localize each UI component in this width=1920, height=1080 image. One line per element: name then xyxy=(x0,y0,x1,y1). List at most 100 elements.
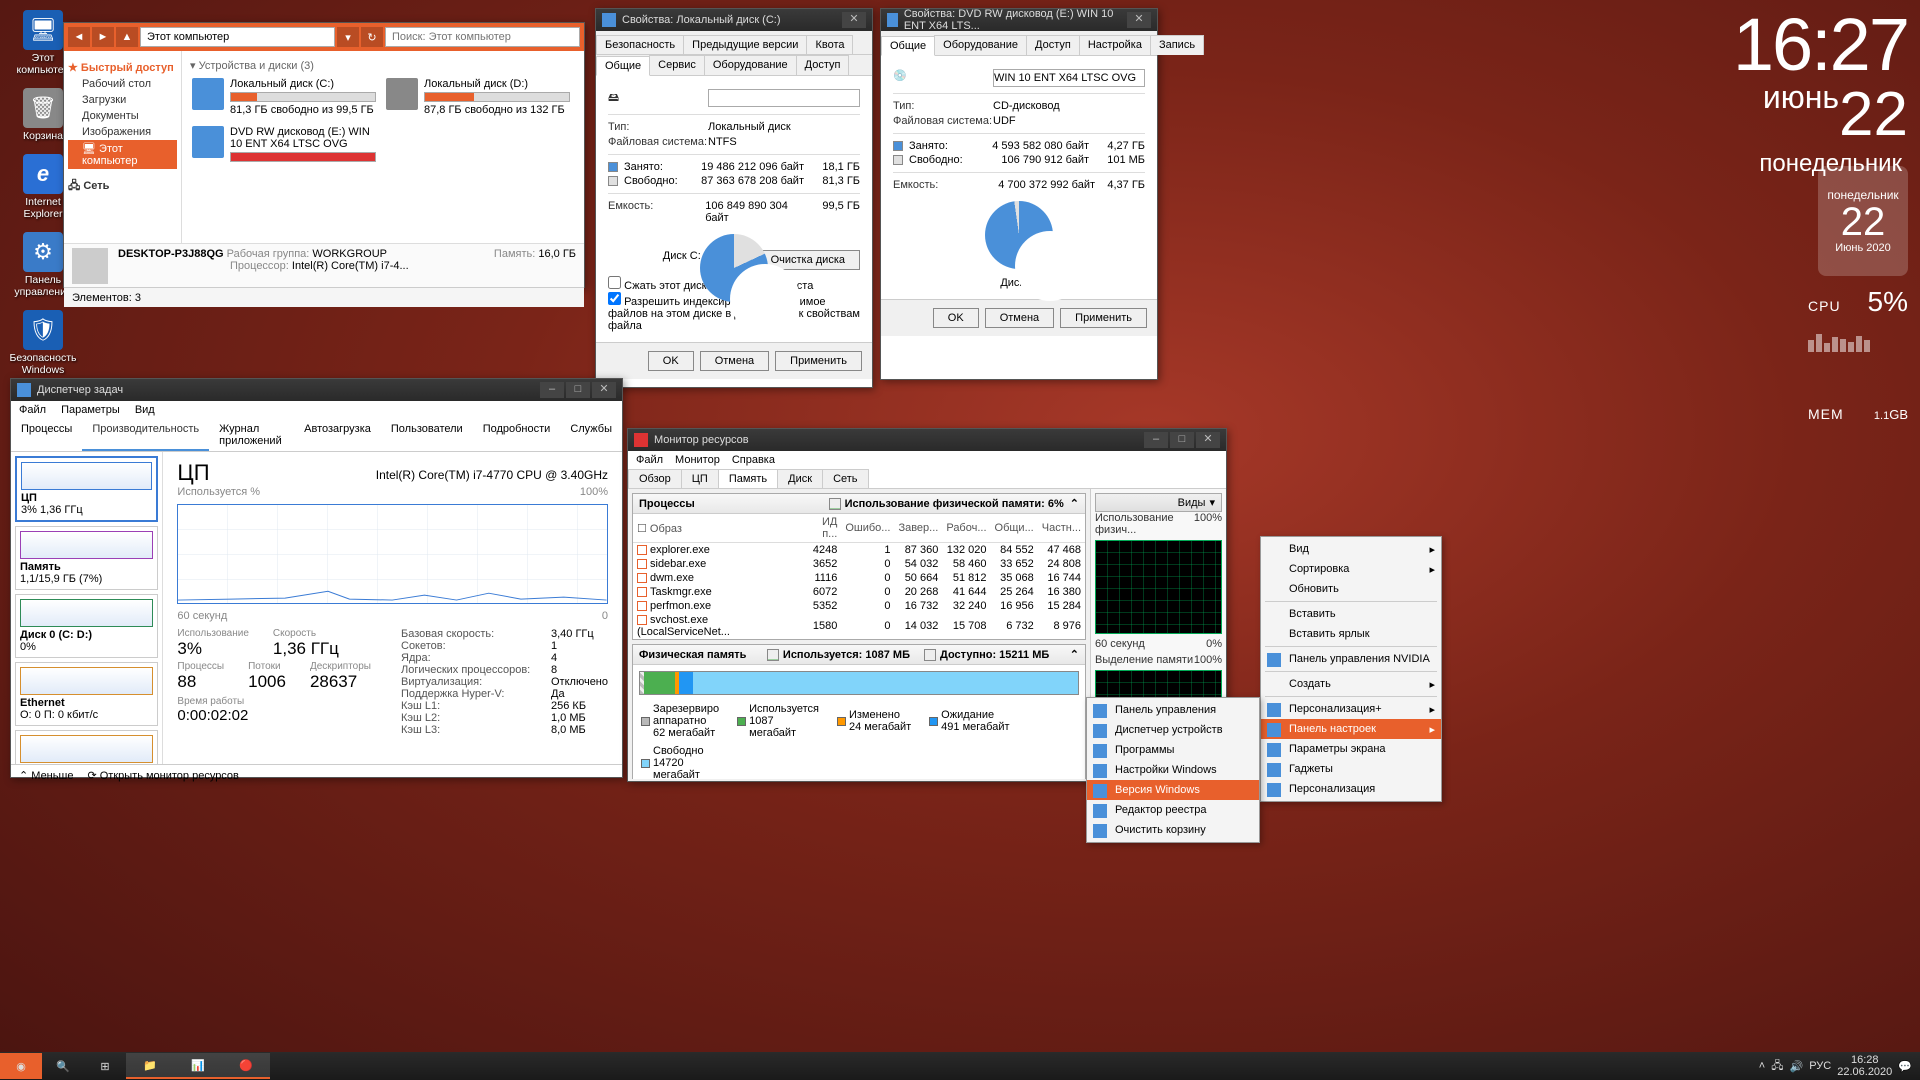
tab-details[interactable]: Подробности xyxy=(473,419,561,451)
perf-card-memory[interactable]: Память1,1/15,9 ГБ (7%) xyxy=(15,526,158,590)
taskbar-explorer[interactable]: 📁 xyxy=(126,1053,174,1079)
tab-sharing[interactable]: Доступ xyxy=(796,55,850,75)
close-button[interactable]: ✕ xyxy=(1196,432,1220,448)
views-dropdown[interactable]: Виды ▾ xyxy=(1095,493,1222,512)
tab-services[interactable]: Службы xyxy=(560,419,622,451)
menu-item[interactable]: Версия Windows xyxy=(1087,780,1259,800)
tab-customize[interactable]: Настройка xyxy=(1079,35,1151,55)
start-button[interactable]: ◉ xyxy=(0,1053,42,1079)
collapse-icon[interactable]: ⌃ xyxy=(1070,497,1079,510)
menu-item[interactable]: Программы xyxy=(1087,740,1259,760)
menu-item[interactable]: Вид xyxy=(1261,539,1441,559)
cancel-button[interactable]: Отмена xyxy=(985,308,1054,328)
close-button[interactable]: ✕ xyxy=(1127,12,1151,28)
tab-hardware[interactable]: Оборудование xyxy=(934,35,1027,55)
tray-network-icon[interactable]: 🖧 xyxy=(1771,1057,1783,1076)
perf-card-gpu[interactable]: Графический проNVIDIA GeForce GTX 10 1% xyxy=(15,730,158,764)
menu-help[interactable]: Справка xyxy=(732,454,775,466)
menu-view[interactable]: Вид xyxy=(135,404,155,416)
sidebar-item-network[interactable]: 🖧 Сеть xyxy=(68,177,177,196)
maximize-button[interactable]: □ xyxy=(566,382,590,398)
menu-item[interactable]: Персонализация+ xyxy=(1261,699,1441,719)
tab-quota[interactable]: Квота xyxy=(806,35,853,54)
sidebar-item-desktop[interactable]: Рабочий стол xyxy=(68,76,177,92)
ok-button[interactable]: OK xyxy=(933,308,979,328)
tray-notifications-icon[interactable]: 💬 xyxy=(1898,1060,1912,1073)
tray-volume-icon[interactable]: 🔊 xyxy=(1790,1060,1804,1073)
drive-c[interactable]: Локальный диск (C:)81,3 ГБ свободно из 9… xyxy=(190,76,378,118)
tray-chevron-icon[interactable]: ˄ xyxy=(1759,1060,1765,1072)
menu-item[interactable]: Вставить xyxy=(1261,604,1441,624)
menu-item[interactable]: Диспетчер устройств xyxy=(1087,720,1259,740)
tab-processes[interactable]: Процессы xyxy=(11,419,82,451)
menu-item[interactable]: Панель управления xyxy=(1087,700,1259,720)
collapse-icon[interactable]: ⌃ xyxy=(1070,648,1079,661)
perf-card-ethernet[interactable]: EthernetО: 0 П: 0 кбит/с xyxy=(15,662,158,726)
tab-security[interactable]: Безопасность xyxy=(596,35,684,54)
menu-file[interactable]: Файл xyxy=(19,404,46,416)
tab-recording[interactable]: Запись xyxy=(1150,35,1204,55)
sidebar-item-this-pc[interactable]: 🖥 Этот компьютер xyxy=(68,140,177,169)
close-button[interactable]: ✕ xyxy=(592,382,616,398)
tab-overview[interactable]: Обзор xyxy=(628,469,682,488)
address-dropdown[interactable]: ▾ xyxy=(337,27,359,47)
menu-item[interactable]: Обновить xyxy=(1261,579,1441,599)
tray-clock[interactable]: 16:2822.06.2020 xyxy=(1837,1054,1892,1078)
menu-item[interactable]: Создать xyxy=(1261,674,1441,694)
tab-performance[interactable]: Производительность xyxy=(82,419,209,451)
search-button[interactable]: 🔍 xyxy=(42,1053,84,1079)
tab-memory[interactable]: Память xyxy=(718,469,778,488)
desktop-icon-windows-security[interactable]: 🛡Безопасность Windows xyxy=(8,310,78,376)
menu-item[interactable]: Панель настроек xyxy=(1261,719,1441,739)
sidebar-quick-access[interactable]: ★ Быстрый доступ xyxy=(68,61,177,74)
refresh-button[interactable]: ↻ xyxy=(361,27,383,47)
volume-label-input[interactable] xyxy=(708,89,860,107)
address-bar[interactable] xyxy=(140,27,335,47)
tab-prev-versions[interactable]: Предыдущие версии xyxy=(683,35,807,54)
apply-button[interactable]: Применить xyxy=(1060,308,1147,328)
menu-item[interactable]: Параметры экрана xyxy=(1261,739,1441,759)
apply-button[interactable]: Применить xyxy=(775,351,862,371)
tab-cpu[interactable]: ЦП xyxy=(681,469,719,488)
tab-general[interactable]: Общие xyxy=(596,56,650,76)
open-resmon-link[interactable]: ⟳ Открыть монитор ресурсов xyxy=(87,769,238,782)
tab-sharing[interactable]: Доступ xyxy=(1026,35,1080,55)
ok-button[interactable]: OK xyxy=(648,351,694,371)
menu-item[interactable]: Гаджеты xyxy=(1261,759,1441,779)
tab-tools[interactable]: Сервис xyxy=(649,55,705,75)
tab-app-history[interactable]: Журнал приложений xyxy=(209,419,294,451)
volume-label-input[interactable] xyxy=(993,69,1145,87)
search-input[interactable] xyxy=(385,27,580,47)
close-button[interactable]: ✕ xyxy=(842,12,866,28)
taskbar-taskman[interactable]: 📊 xyxy=(174,1053,222,1079)
tab-hardware[interactable]: Оборудование xyxy=(704,55,797,75)
nav-fwd-button[interactable]: ► xyxy=(92,27,114,47)
tray-language[interactable]: РУС xyxy=(1809,1060,1831,1072)
tab-startup[interactable]: Автозагрузка xyxy=(294,419,381,451)
menu-item[interactable]: Панель управления NVIDIA xyxy=(1261,649,1441,669)
menu-item[interactable]: Очистить корзину xyxy=(1087,820,1259,840)
menu-options[interactable]: Параметры xyxy=(61,404,120,416)
menu-file[interactable]: Файл xyxy=(636,454,663,466)
menu-item[interactable]: Редактор реестра xyxy=(1087,800,1259,820)
drives-group-header[interactable]: ▾ Устройства и диски (3) xyxy=(190,59,576,72)
menu-item[interactable]: Персонализация xyxy=(1261,779,1441,799)
tab-network[interactable]: Сеть xyxy=(822,469,868,488)
tab-users[interactable]: Пользователи xyxy=(381,419,473,451)
taskbar-resmon[interactable]: 🔴 xyxy=(222,1053,270,1079)
nav-up-button[interactable]: ▲ xyxy=(116,27,138,47)
drive-d[interactable]: Локальный диск (D:)87,8 ГБ свободно из 1… xyxy=(384,76,572,118)
sidebar-item-documents[interactable]: Документы xyxy=(68,108,177,124)
perf-card-disk[interactable]: Диск 0 (C: D:)0% xyxy=(15,594,158,658)
menu-item[interactable]: Вставить ярлык xyxy=(1261,624,1441,644)
menu-item[interactable]: Настройки Windows xyxy=(1087,760,1259,780)
menu-monitor[interactable]: Монитор xyxy=(675,454,720,466)
perf-card-cpu[interactable]: ЦП3% 1,36 ГГц xyxy=(15,456,158,522)
tab-disk[interactable]: Диск xyxy=(777,469,823,488)
cancel-button[interactable]: Отмена xyxy=(700,351,769,371)
drive-e[interactable]: DVD RW дисковод (E:) WIN 10 ENT X64 LTSC… xyxy=(190,124,378,166)
maximize-button[interactable]: □ xyxy=(1170,432,1194,448)
sidebar-item-downloads[interactable]: Загрузки xyxy=(68,92,177,108)
minimize-button[interactable]: – xyxy=(1144,432,1168,448)
minimize-button[interactable]: – xyxy=(540,382,564,398)
